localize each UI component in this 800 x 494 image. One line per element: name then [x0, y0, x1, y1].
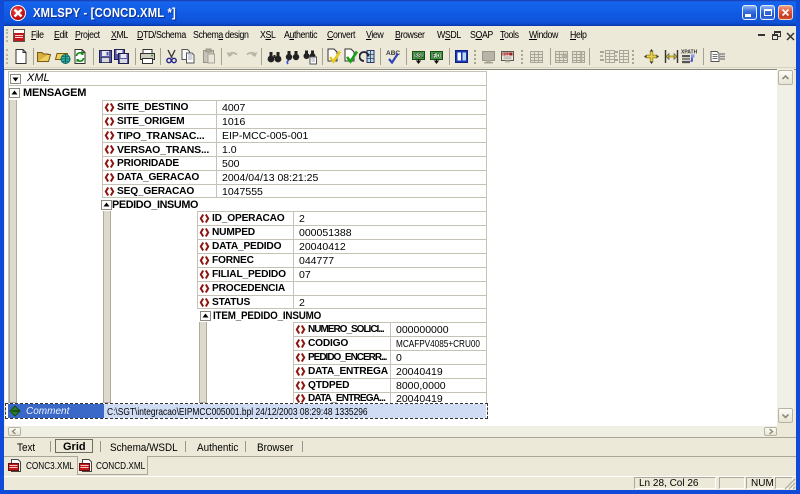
svg-text:SSL: SSL [415, 54, 425, 60]
svg-text:XPATH: XPATH [681, 50, 697, 56]
svg-text:F.O: F.O [433, 54, 441, 60]
svg-text:ABC: ABC [386, 50, 400, 57]
svg-text:FILE: FILE [503, 52, 510, 56]
